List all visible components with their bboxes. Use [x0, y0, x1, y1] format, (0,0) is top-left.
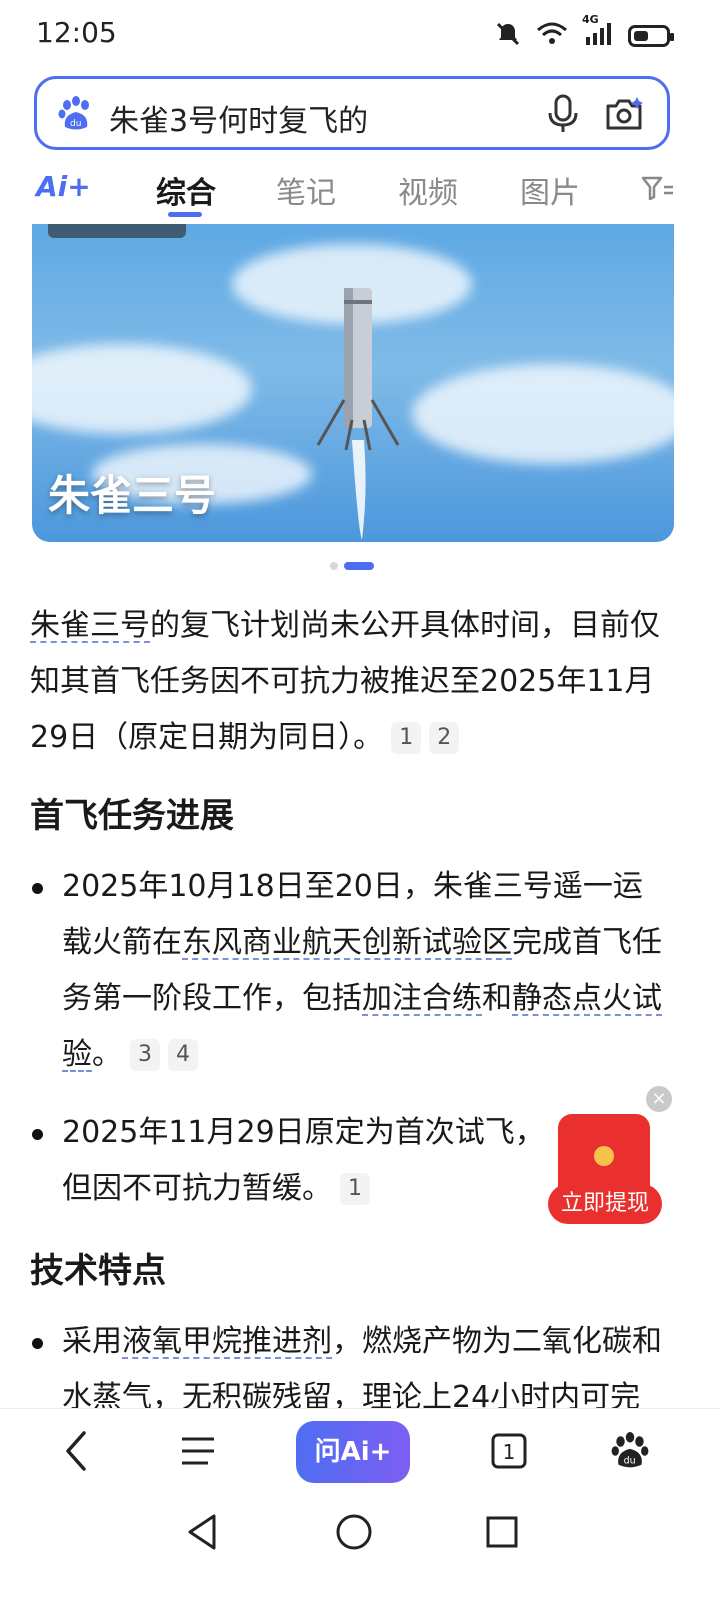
- baidu-home-icon[interactable]: du: [610, 1429, 650, 1477]
- svg-text:du: du: [624, 1456, 636, 1467]
- microphone-icon[interactable]: [543, 93, 583, 139]
- list-item: 2025年10月18日至20日，朱雀三号遥一运载火箭在东风商业航天创新试验区完成…: [30, 859, 670, 1083]
- baidu-paw-icon[interactable]: du: [57, 95, 95, 137]
- tab-images[interactable]: 图片: [520, 168, 580, 212]
- system-back-icon[interactable]: [184, 1510, 220, 1558]
- battery-icon: [628, 25, 674, 47]
- ai-answer: 朱雀三号的复飞计划尚未公开具体时间，目前仅知其首飞任务因不可抗力被推迟至2025…: [30, 598, 670, 1426]
- camera-search-icon[interactable]: [603, 93, 645, 139]
- tabs-count-icon[interactable]: 1: [490, 1429, 528, 1477]
- mute-icon: [494, 20, 522, 52]
- carousel-dot[interactable]: [330, 562, 338, 570]
- carousel-dot-active[interactable]: [344, 562, 374, 570]
- back-icon[interactable]: [60, 1429, 92, 1477]
- ask-ai-button[interactable]: 问Ai+: [296, 1421, 410, 1483]
- status-time: 12:05: [36, 16, 117, 49]
- svg-text:1: 1: [503, 1440, 516, 1464]
- citation-badge[interactable]: 4: [168, 1039, 198, 1071]
- red-packet-promo[interactable]: × 立即提现: [548, 1086, 672, 1226]
- citation-badge[interactable]: 2: [429, 722, 460, 754]
- tab-ai[interactable]: Ai+: [36, 170, 91, 203]
- system-home-icon[interactable]: [334, 1510, 374, 1558]
- bottom-toolbar: 问Ai+ 1 du: [0, 1408, 720, 1505]
- entity-link[interactable]: 液氧甲烷推进剂: [122, 1324, 332, 1359]
- tab-comprehensive[interactable]: 综合: [156, 168, 216, 212]
- answer-intro: 朱雀三号的复飞计划尚未公开具体时间，目前仅知其首飞任务因不可抗力被推迟至2025…: [30, 608, 660, 755]
- filter-icon[interactable]: [640, 172, 674, 210]
- menu-icon[interactable]: [178, 1429, 218, 1477]
- entity-link[interactable]: 东风商业航天创新试验区: [182, 925, 512, 960]
- signal-icon: 4G: [582, 13, 614, 51]
- system-recents-icon[interactable]: [484, 1510, 520, 1558]
- section-heading: 技术特点: [30, 1251, 166, 1291]
- section-heading: 首飞任务进展: [30, 796, 234, 836]
- withdraw-button[interactable]: 立即提现: [548, 1184, 662, 1224]
- tab-videos[interactable]: 视频: [398, 168, 458, 212]
- carousel-indicator: [330, 562, 374, 570]
- entity-link[interactable]: 朱雀三号: [30, 608, 150, 643]
- wifi-icon: [536, 21, 568, 51]
- citation-badge[interactable]: 1: [391, 722, 422, 754]
- search-input[interactable]: 朱雀3号何时复飞的: [109, 96, 368, 140]
- citation-badge[interactable]: 1: [340, 1173, 370, 1205]
- active-tab-indicator: [168, 212, 202, 217]
- search-bar[interactable]: du 朱雀3号何时复飞的: [34, 76, 670, 150]
- hero-caption: 朱雀三号: [48, 471, 217, 520]
- rocket-image: [316, 288, 400, 540]
- system-navigation-bar: [0, 1504, 720, 1600]
- citation-badge[interactable]: 3: [130, 1039, 160, 1071]
- status-bar: 12:05 4G: [0, 0, 720, 70]
- svg-text:du: du: [70, 119, 81, 129]
- hero-image[interactable]: 朱雀三号: [32, 224, 674, 542]
- result-tabs: Ai+ 综合 笔记 视频 图片: [0, 160, 720, 222]
- entity-link[interactable]: 加注合练: [362, 981, 482, 1016]
- close-icon[interactable]: ×: [646, 1086, 672, 1112]
- tab-notes[interactable]: 笔记: [276, 168, 336, 212]
